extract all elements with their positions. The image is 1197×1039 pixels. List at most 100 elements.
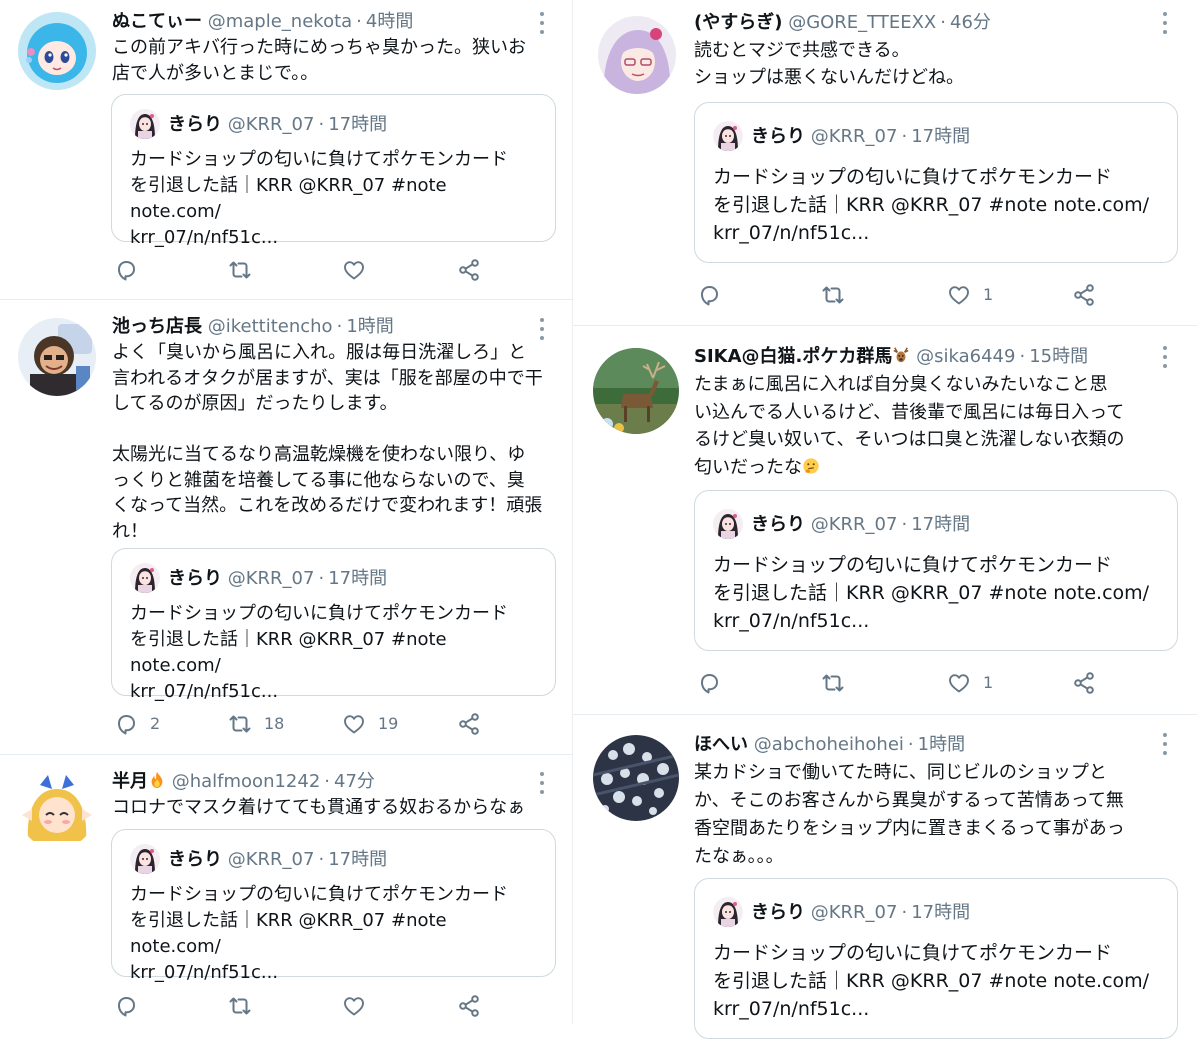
quoted-avatar xyxy=(130,844,160,874)
quoted-text: カードショップの匂いに負けてポケモンカード を引退した話｜KRR @KRR_07… xyxy=(713,554,1150,632)
tweet-text: 某カドショで働いてた時に、同じビルのショップと か、そこのお客さんから異臭がする… xyxy=(694,762,1125,867)
quoted-tweet-card[interactable]: きらり @KRR_07 · 17時間 カードショップの匂いに負けてポケモンカード を… xyxy=(694,490,1178,651)
quoted-text: カードショップの匂いに負けてポケモンカード を引退した話｜KRR @KRR_07… xyxy=(713,942,1150,1020)
display-name[interactable]: ほへい xyxy=(694,734,748,755)
timestamp[interactable]: 1時間 xyxy=(346,316,393,337)
tweet-header: 池っち店長 @ikettitencho · 1時間 xyxy=(112,316,394,337)
more-vertical-icon[interactable] xyxy=(1161,346,1169,368)
tweet[interactable]: ほへい @abchoheihohei · 1時間 某カドショで働いてた時に、同じビル… xyxy=(573,715,1197,1039)
thinking-face-icon xyxy=(803,457,819,474)
quoted-text: カードショップの匂いに負けてポケモンカード を引退した話｜KRR @KRR_07… xyxy=(130,884,508,983)
more-vertical-icon[interactable] xyxy=(538,318,546,340)
tweet-actions: 1 xyxy=(695,670,1175,696)
user-handle[interactable]: @ikettitencho xyxy=(208,316,333,337)
tweet[interactable]: 半月 @halfmoon1242 · 47分 コロナでマスク着けてても貫通する奴おる… xyxy=(0,755,572,1024)
quoted-text: カードショップの匂いに負けてポケモンカード を引退した話｜KRR @KRR_07… xyxy=(130,603,508,702)
avatar[interactable] xyxy=(598,16,676,94)
quoted-tweet-card[interactable]: きらり @KRR_07 · 17時間 カードショップの匂いに負けてポケモンカード を… xyxy=(694,102,1178,263)
user-handle[interactable]: @halfmoon1242 xyxy=(172,771,321,792)
timestamp[interactable]: 1時間 xyxy=(918,734,965,755)
quoted-timestamp: 17時間 xyxy=(328,568,388,589)
user-handle[interactable]: @abchoheihohei xyxy=(754,734,904,755)
share-button[interactable] xyxy=(457,257,481,283)
timestamp[interactable]: 4時間 xyxy=(366,11,413,32)
quoted-handle: @KRR_07 xyxy=(227,849,315,870)
like-button[interactable]: 1 xyxy=(947,670,993,696)
retweet-button[interactable] xyxy=(228,257,264,283)
retweet-button[interactable] xyxy=(821,282,857,308)
quoted-display-name: きらり xyxy=(751,514,805,535)
reply-button[interactable]: 2 xyxy=(114,711,160,737)
like-button[interactable]: 19 xyxy=(342,711,398,737)
avatar[interactable] xyxy=(18,12,96,90)
avatar[interactable] xyxy=(18,318,96,396)
tweet-actions xyxy=(112,993,552,1019)
quoted-avatar xyxy=(713,121,743,151)
quoted-tweet-card[interactable]: きらり @KRR_07 · 17時間 カードショップの匂いに負けてポケモンカード を… xyxy=(111,94,556,248)
user-handle[interactable]: @maple_nekota xyxy=(208,11,352,32)
timestamp[interactable]: 46分 xyxy=(950,12,991,33)
more-vertical-icon[interactable] xyxy=(1161,12,1169,34)
tweet[interactable]: SIKA@白猫.ポケカ群馬 @sika6449 · 15時間 たまぁに風呂に入れば自… xyxy=(573,326,1197,715)
tweet-actions: 2 18 19 xyxy=(112,711,552,737)
tweet-text: よく「臭いから風呂に入れ。服は毎日洗濯しろ」と 言われるオタクが居ますが、実は「… xyxy=(112,342,543,542)
retweet-icon xyxy=(821,671,845,695)
like-button[interactable] xyxy=(342,993,378,1019)
reply-button[interactable] xyxy=(697,282,733,308)
share-button[interactable] xyxy=(1072,282,1096,308)
share-button[interactable] xyxy=(457,711,481,737)
display-name[interactable]: SIKA@白猫.ポケカ群馬 xyxy=(694,346,892,367)
quoted-avatar xyxy=(713,897,743,927)
avatar[interactable] xyxy=(593,348,679,434)
share-button[interactable] xyxy=(1072,670,1096,696)
quoted-handle: @KRR_07 xyxy=(227,114,315,135)
quoted-timestamp: 17時間 xyxy=(911,902,971,923)
more-vertical-icon[interactable] xyxy=(538,772,546,794)
tweet[interactable]: (やすらぎ) @GORE_TTEEXX · 46分 読むとマジで共感できる。 ショッ… xyxy=(573,0,1197,326)
share-icon xyxy=(457,994,481,1018)
retweet-count: 18 xyxy=(264,714,285,733)
reply-button[interactable] xyxy=(114,257,150,283)
quoted-tweet-card[interactable]: きらり @KRR_07 · 17時間 カードショップの匂いに負けてポケモンカード を… xyxy=(111,829,556,983)
display-name[interactable]: 池っち店長 xyxy=(112,316,202,337)
display-name[interactable]: (やすらぎ) xyxy=(694,12,782,33)
timestamp[interactable]: 47分 xyxy=(334,771,375,792)
share-icon xyxy=(457,258,481,282)
user-handle[interactable]: @sika6449 xyxy=(916,346,1015,367)
tweet-actions: 1 xyxy=(695,282,1175,308)
tweet-text: たまぁに風呂に入れば自分臭くないみたいなこと思 い込んでる人いるけど、昔後輩で風… xyxy=(694,371,1189,481)
avatar[interactable] xyxy=(18,771,96,849)
share-icon xyxy=(1072,671,1096,695)
like-button[interactable]: 1 xyxy=(947,282,993,308)
tweet-text: この前アキバ行った時にめっちゃ臭かった。狭いお 店で人が多いとまじで。。 xyxy=(112,37,526,84)
reply-icon xyxy=(697,671,721,695)
quoted-handle: @KRR_07 xyxy=(810,514,898,535)
retweet-button[interactable] xyxy=(228,993,264,1019)
tweet[interactable]: 池っち店長 @ikettitencho · 1時間 よく「臭いから風呂に入れ。服は毎… xyxy=(0,300,572,755)
quoted-tweet-card[interactable]: きらり @KRR_07 · 17時間 カードショップの匂いに負けてポケモンカード を… xyxy=(694,878,1178,1039)
reply-icon xyxy=(114,712,138,736)
user-handle[interactable]: @GORE_TTEEXX xyxy=(788,12,936,33)
reply-button[interactable] xyxy=(114,993,150,1019)
reply-icon xyxy=(114,258,138,282)
avatar[interactable] xyxy=(593,735,679,821)
more-vertical-icon[interactable] xyxy=(1161,733,1169,755)
reply-button[interactable] xyxy=(697,670,733,696)
tweet-header: ほへい @abchoheihohei · 1時間 xyxy=(694,734,966,755)
quoted-handle: @KRR_07 xyxy=(227,568,315,589)
quoted-display-name: きらり xyxy=(168,568,222,589)
more-vertical-icon[interactable] xyxy=(538,12,546,34)
share-icon xyxy=(1072,283,1096,307)
display-name[interactable]: 半月 xyxy=(112,771,148,792)
quoted-display-name: きらり xyxy=(168,114,222,135)
retweet-button[interactable]: 18 xyxy=(228,711,284,737)
display-name[interactable]: ぬこてぃー xyxy=(112,11,202,32)
share-button[interactable] xyxy=(457,993,481,1019)
quoted-handle: @KRR_07 xyxy=(810,126,898,147)
quoted-avatar xyxy=(130,109,160,139)
timestamp[interactable]: 15時間 xyxy=(1029,346,1088,367)
like-button[interactable] xyxy=(342,257,378,283)
retweet-button[interactable] xyxy=(821,670,857,696)
tweet[interactable]: ぬこてぃー @maple_nekota · 4時間 この前アキバ行った時にめっちゃ臭… xyxy=(0,0,572,300)
quoted-tweet-card[interactable]: きらり @KRR_07 · 17時間 カードショップの匂いに負けてポケモンカード を… xyxy=(111,548,556,702)
